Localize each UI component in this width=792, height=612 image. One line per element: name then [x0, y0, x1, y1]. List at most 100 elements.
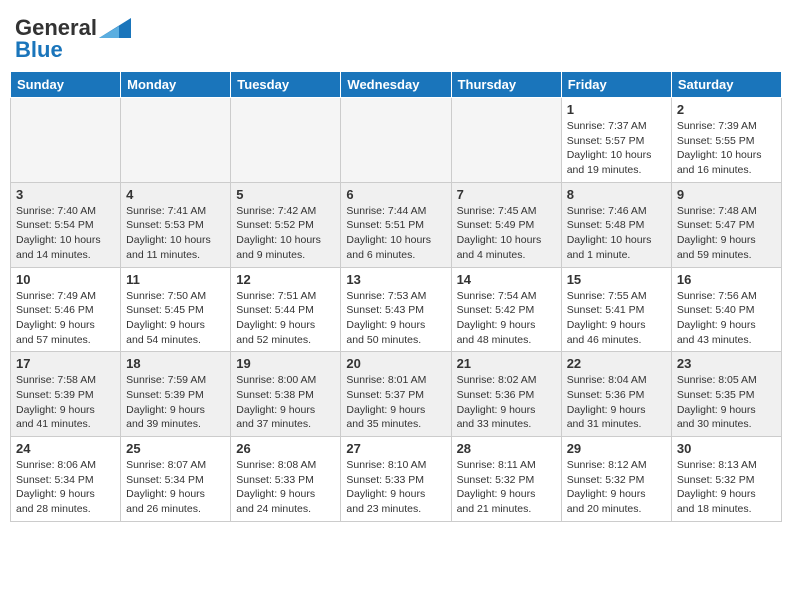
day-number: 6	[346, 187, 445, 202]
day-info: Sunrise: 8:05 AM Sunset: 5:35 PM Dayligh…	[677, 373, 776, 432]
day-number: 22	[567, 356, 666, 371]
calendar-cell: 12 Sunrise: 7:51 AM Sunset: 5:44 PM Dayli…	[231, 267, 341, 352]
calendar-cell: 29 Sunrise: 8:12 AM Sunset: 5:32 PM Dayli…	[561, 437, 671, 522]
day-number: 12	[236, 272, 335, 287]
day-info: Sunrise: 7:45 AM Sunset: 5:49 PM Dayligh…	[457, 204, 556, 263]
day-info: Sunrise: 8:04 AM Sunset: 5:36 PM Dayligh…	[567, 373, 666, 432]
day-info: Sunrise: 7:50 AM Sunset: 5:45 PM Dayligh…	[126, 289, 225, 348]
calendar-cell: 10 Sunrise: 7:49 AM Sunset: 5:46 PM Dayli…	[11, 267, 121, 352]
day-info: Sunrise: 7:55 AM Sunset: 5:41 PM Dayligh…	[567, 289, 666, 348]
day-header-tuesday: Tuesday	[231, 72, 341, 98]
calendar-cell: 26 Sunrise: 8:08 AM Sunset: 5:33 PM Dayli…	[231, 437, 341, 522]
day-info: Sunrise: 8:01 AM Sunset: 5:37 PM Dayligh…	[346, 373, 445, 432]
day-number: 15	[567, 272, 666, 287]
day-number: 2	[677, 102, 776, 117]
calendar-cell: 5 Sunrise: 7:42 AM Sunset: 5:52 PM Daylig…	[231, 182, 341, 267]
calendar-cell: 23 Sunrise: 8:05 AM Sunset: 5:35 PM Dayli…	[671, 352, 781, 437]
calendar-cell: 28Sunrise: 8:11 AM Sunset: 5:32 PM Dayli…	[451, 437, 561, 522]
logo-icon	[99, 18, 131, 38]
day-number: 10	[16, 272, 115, 287]
day-info: Sunrise: 8:13 AM Sunset: 5:32 PM Dayligh…	[677, 458, 776, 517]
day-number: 1	[567, 102, 666, 117]
logo-blue-text: Blue	[15, 37, 63, 63]
day-number: 28	[457, 441, 556, 456]
calendar-cell: 6 Sunrise: 7:44 AM Sunset: 5:51 PM Daylig…	[341, 182, 451, 267]
day-header-friday: Friday	[561, 72, 671, 98]
day-info: Sunrise: 8:02 AM Sunset: 5:36 PM Dayligh…	[457, 373, 556, 432]
calendar-cell: 30 Sunrise: 8:13 AM Sunset: 5:32 PM Dayli…	[671, 437, 781, 522]
day-info: Sunrise: 7:48 AM Sunset: 5:47 PM Dayligh…	[677, 204, 776, 263]
calendar-cell: 2 Sunrise: 7:39 AM Sunset: 5:55 PM Daylig…	[671, 98, 781, 183]
calendar-cell	[341, 98, 451, 183]
calendar-cell: 4 Sunrise: 7:41 AM Sunset: 5:53 PM Daylig…	[121, 182, 231, 267]
calendar-cell: 19Sunrise: 8:00 AM Sunset: 5:38 PM Dayli…	[231, 352, 341, 437]
calendar-cell: 21 Sunrise: 8:02 AM Sunset: 5:36 PM Dayli…	[451, 352, 561, 437]
day-number: 8	[567, 187, 666, 202]
day-info: Sunrise: 7:39 AM Sunset: 5:55 PM Dayligh…	[677, 119, 776, 178]
day-header-monday: Monday	[121, 72, 231, 98]
calendar-cell	[451, 98, 561, 183]
calendar-cell: 9 Sunrise: 7:48 AM Sunset: 5:47 PM Daylig…	[671, 182, 781, 267]
day-number: 13	[346, 272, 445, 287]
day-number: 11	[126, 272, 225, 287]
calendar-cell: 1 Sunrise: 7:37 AM Sunset: 5:57 PM Daylig…	[561, 98, 671, 183]
calendar-cell	[231, 98, 341, 183]
day-info: Sunrise: 7:37 AM Sunset: 5:57 PM Dayligh…	[567, 119, 666, 178]
calendar-cell: 3 Sunrise: 7:40 AM Sunset: 5:54 PM Daylig…	[11, 182, 121, 267]
day-number: 23	[677, 356, 776, 371]
day-number: 4	[126, 187, 225, 202]
day-info: Sunrise: 7:56 AM Sunset: 5:40 PM Dayligh…	[677, 289, 776, 348]
day-number: 21	[457, 356, 556, 371]
calendar-cell: 20Sunrise: 8:01 AM Sunset: 5:37 PM Dayli…	[341, 352, 451, 437]
day-info: Sunrise: 8:10 AM Sunset: 5:33 PM Dayligh…	[346, 458, 445, 517]
day-info: Sunrise: 7:41 AM Sunset: 5:53 PM Dayligh…	[126, 204, 225, 263]
calendar-week-row: 1 Sunrise: 7:37 AM Sunset: 5:57 PM Daylig…	[11, 98, 782, 183]
day-info: Sunrise: 8:12 AM Sunset: 5:32 PM Dayligh…	[567, 458, 666, 517]
calendar-week-row: 24 Sunrise: 8:06 AM Sunset: 5:34 PM Dayli…	[11, 437, 782, 522]
day-number: 29	[567, 441, 666, 456]
day-number: 25	[126, 441, 225, 456]
day-info: Sunrise: 7:51 AM Sunset: 5:44 PM Dayligh…	[236, 289, 335, 348]
day-number: 30	[677, 441, 776, 456]
day-number: 5	[236, 187, 335, 202]
calendar-cell: 25 Sunrise: 8:07 AM Sunset: 5:34 PM Dayli…	[121, 437, 231, 522]
calendar-week-row: 3 Sunrise: 7:40 AM Sunset: 5:54 PM Daylig…	[11, 182, 782, 267]
calendar-cell: 24 Sunrise: 8:06 AM Sunset: 5:34 PM Dayli…	[11, 437, 121, 522]
day-info: Sunrise: 7:42 AM Sunset: 5:52 PM Dayligh…	[236, 204, 335, 263]
page-header: General Blue	[10, 10, 782, 63]
day-info: Sunrise: 7:49 AM Sunset: 5:46 PM Dayligh…	[16, 289, 115, 348]
calendar-cell: 16Sunrise: 7:56 AM Sunset: 5:40 PM Dayli…	[671, 267, 781, 352]
calendar-cell: 11 Sunrise: 7:50 AM Sunset: 5:45 PM Dayli…	[121, 267, 231, 352]
calendar-cell: 15 Sunrise: 7:55 AM Sunset: 5:41 PM Dayli…	[561, 267, 671, 352]
day-header-thursday: Thursday	[451, 72, 561, 98]
day-info: Sunrise: 7:40 AM Sunset: 5:54 PM Dayligh…	[16, 204, 115, 263]
calendar-cell	[11, 98, 121, 183]
day-number: 19	[236, 356, 335, 371]
day-info: Sunrise: 8:07 AM Sunset: 5:34 PM Dayligh…	[126, 458, 225, 517]
calendar-cell: 8Sunrise: 7:46 AM Sunset: 5:48 PM Daylig…	[561, 182, 671, 267]
day-number: 14	[457, 272, 556, 287]
calendar-cell: 22 Sunrise: 8:04 AM Sunset: 5:36 PM Dayli…	[561, 352, 671, 437]
day-info: Sunrise: 8:08 AM Sunset: 5:33 PM Dayligh…	[236, 458, 335, 517]
day-number: 3	[16, 187, 115, 202]
day-info: Sunrise: 7:58 AM Sunset: 5:39 PM Dayligh…	[16, 373, 115, 432]
calendar-table: SundayMondayTuesdayWednesdayThursdayFrid…	[10, 71, 782, 522]
day-info: Sunrise: 7:54 AM Sunset: 5:42 PM Dayligh…	[457, 289, 556, 348]
day-info: Sunrise: 8:06 AM Sunset: 5:34 PM Dayligh…	[16, 458, 115, 517]
day-number: 18	[126, 356, 225, 371]
calendar-cell: 13 Sunrise: 7:53 AM Sunset: 5:43 PM Dayli…	[341, 267, 451, 352]
calendar-cell	[121, 98, 231, 183]
day-number: 26	[236, 441, 335, 456]
day-number: 24	[16, 441, 115, 456]
logo: General Blue	[15, 15, 131, 63]
calendar-cell: 17 Sunrise: 7:58 AM Sunset: 5:39 PM Dayli…	[11, 352, 121, 437]
day-info: Sunrise: 7:53 AM Sunset: 5:43 PM Dayligh…	[346, 289, 445, 348]
calendar-cell: 27Sunrise: 8:10 AM Sunset: 5:33 PM Dayli…	[341, 437, 451, 522]
calendar-cell: 18Sunrise: 7:59 AM Sunset: 5:39 PM Dayli…	[121, 352, 231, 437]
calendar-cell: 14 Sunrise: 7:54 AM Sunset: 5:42 PM Dayli…	[451, 267, 561, 352]
day-header-sunday: Sunday	[11, 72, 121, 98]
day-number: 17	[16, 356, 115, 371]
calendar-week-row: 10 Sunrise: 7:49 AM Sunset: 5:46 PM Dayli…	[11, 267, 782, 352]
day-info: Sunrise: 7:44 AM Sunset: 5:51 PM Dayligh…	[346, 204, 445, 263]
day-number: 9	[677, 187, 776, 202]
